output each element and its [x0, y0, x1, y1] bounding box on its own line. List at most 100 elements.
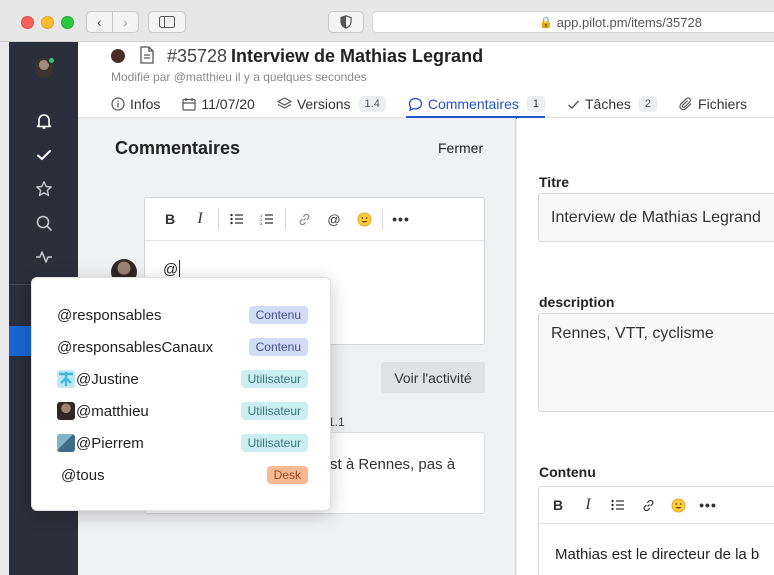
titre-value: Interview de Mathias Legrand — [551, 209, 761, 226]
view-activity-button[interactable]: Voir l'activité — [381, 362, 485, 393]
mention-label: @Justine — [76, 370, 139, 388]
contenu-label: Contenu — [539, 464, 596, 480]
back-icon[interactable]: ‹ — [87, 12, 112, 32]
text-caret — [179, 260, 181, 277]
tab-label: Tâches — [584, 96, 631, 112]
item-id: #35728 — [167, 46, 228, 66]
contenu-text: Mathias est le directeur de la b — [555, 546, 760, 563]
online-status-icon — [47, 56, 56, 65]
mention-label: @tous — [61, 466, 105, 484]
sidebar-toggle-icon[interactable] — [148, 11, 186, 33]
mention-item-matthieu[interactable]: @matthieu Utilisateur — [32, 395, 332, 427]
mention-badge: Desk — [266, 466, 308, 484]
mention-badge: Contenu — [248, 338, 308, 356]
mention-label: @responsablesCanaux — [57, 338, 214, 356]
mention-icon[interactable]: @ — [319, 206, 349, 232]
close-window-button[interactable] — [21, 16, 34, 29]
status-dot[interactable] — [111, 49, 125, 63]
mention-item-pierrem[interactable]: @Pierrem Utilisateur — [32, 427, 332, 459]
document-icon — [140, 46, 154, 69]
privacy-shield-icon[interactable] — [328, 11, 364, 33]
emoji-icon[interactable] — [349, 206, 379, 232]
modified-info: Modifié par @matthieu il y a quelques se… — [111, 70, 367, 84]
tab-label: Versions — [296, 96, 351, 112]
mention-item-justine[interactable]: @Justine Utilisateur — [32, 363, 332, 395]
zoom-window-button[interactable] — [61, 16, 74, 29]
avatar — [57, 434, 75, 452]
description-field[interactable]: Rennes, VTT, cyclisme — [538, 313, 774, 412]
link-icon[interactable] — [289, 206, 319, 232]
mention-user: @Justine — [57, 370, 139, 388]
tab-versions[interactable]: Versions 1.4 — [277, 90, 386, 118]
browser-toolbar: ‹ › 🔒 app.pilot.pm/items/35728 — [0, 0, 774, 42]
bell-icon[interactable] — [33, 110, 55, 132]
titre-label: Titre — [539, 174, 570, 190]
layers-icon — [277, 97, 292, 111]
item-title: Interview de Mathias Legrand — [231, 46, 484, 66]
forward-icon[interactable]: › — [112, 12, 138, 32]
mention-label: @Pierrem — [76, 434, 144, 452]
check-icon[interactable] — [33, 144, 55, 166]
emoji-icon[interactable] — [663, 492, 693, 518]
tab-infos[interactable]: Infos — [111, 90, 160, 118]
tab-date[interactable]: 11/07/20 — [182, 90, 255, 118]
lock-icon: 🔒 — [539, 16, 553, 29]
search-icon[interactable] — [33, 212, 55, 234]
bold-icon[interactable]: B — [155, 206, 185, 232]
address-bar[interactable]: 🔒 app.pilot.pm/items/35728 — [372, 11, 774, 33]
sidebar-active-indicator — [9, 326, 31, 356]
mention-dropdown: @responsables Contenu @responsablesCanau… — [31, 277, 331, 511]
comment-icon — [408, 97, 423, 112]
tab-taches[interactable]: Tâches 2 — [567, 90, 658, 118]
mention-label: @responsables — [57, 306, 162, 324]
tab-count: 2 — [638, 96, 658, 112]
mention-badge: Utilisateur — [240, 402, 308, 420]
toolbar-divider — [285, 208, 286, 230]
item-form: Titre Interview de Mathias Legrand descr… — [517, 118, 774, 575]
mention-badge: Utilisateur — [240, 434, 308, 452]
mention-user: @Pierrem — [57, 434, 144, 452]
bold-icon[interactable]: B — [543, 492, 573, 518]
tab-fichiers[interactable]: Fichiers — [679, 90, 747, 118]
comments-title: Commentaires — [115, 138, 241, 158]
paperclip-icon — [679, 97, 693, 111]
link-icon[interactable] — [633, 492, 663, 518]
bullet-list-icon[interactable] — [603, 492, 633, 518]
tab-count: 1 — [526, 96, 545, 112]
info-icon — [111, 97, 125, 111]
contenu-toolbar: B I ••• — [538, 486, 774, 524]
more-icon[interactable]: ••• — [693, 492, 723, 518]
more-icon[interactable]: ••• — [386, 206, 416, 232]
titre-field[interactable]: Interview de Mathias Legrand — [538, 193, 774, 242]
toolbar-divider — [218, 208, 219, 230]
editor-toolbar: B I 123 @ ••• — [145, 198, 484, 241]
svg-text:3: 3 — [260, 221, 263, 225]
tab-count: 1.4 — [358, 96, 386, 112]
tab-commentaires[interactable]: Commentaires 1 — [405, 90, 546, 119]
contenu-editor[interactable]: Mathias est le directeur de la b — [538, 524, 774, 575]
mention-user: @matthieu — [57, 402, 149, 420]
mention-badge: Utilisateur — [240, 370, 308, 388]
description-value: Rennes, VTT, cyclisme — [551, 325, 714, 342]
minimize-window-button[interactable] — [41, 16, 54, 29]
avatar — [57, 370, 75, 388]
description-label: description — [539, 294, 615, 310]
check-icon — [567, 98, 580, 111]
star-icon[interactable] — [33, 178, 55, 200]
item-header: #35728 Interview de Mathias Legrand Modi… — [78, 42, 774, 119]
bullet-list-icon[interactable] — [222, 206, 252, 232]
mention-item-responsables[interactable]: @responsables Contenu — [32, 299, 332, 331]
mention-item-tous[interactable]: @tous Desk — [32, 459, 332, 491]
mention-item-responsablescanaux[interactable]: @responsablesCanaux Contenu — [32, 331, 332, 363]
close-comments-button[interactable]: Fermer — [438, 140, 483, 156]
italic-icon[interactable]: I — [185, 206, 215, 232]
mention-label: @matthieu — [76, 402, 149, 420]
activity-icon[interactable] — [33, 246, 55, 268]
mention-badge: Contenu — [248, 306, 308, 324]
comment-text: st à Rennes, pas à — [330, 456, 456, 473]
italic-icon[interactable]: I — [573, 492, 603, 518]
editor-content: @ — [163, 261, 179, 278]
tab-label: Fichiers — [698, 96, 748, 112]
numbered-list-icon[interactable]: 123 — [252, 206, 282, 232]
editor-text[interactable]: @ — [163, 260, 181, 278]
